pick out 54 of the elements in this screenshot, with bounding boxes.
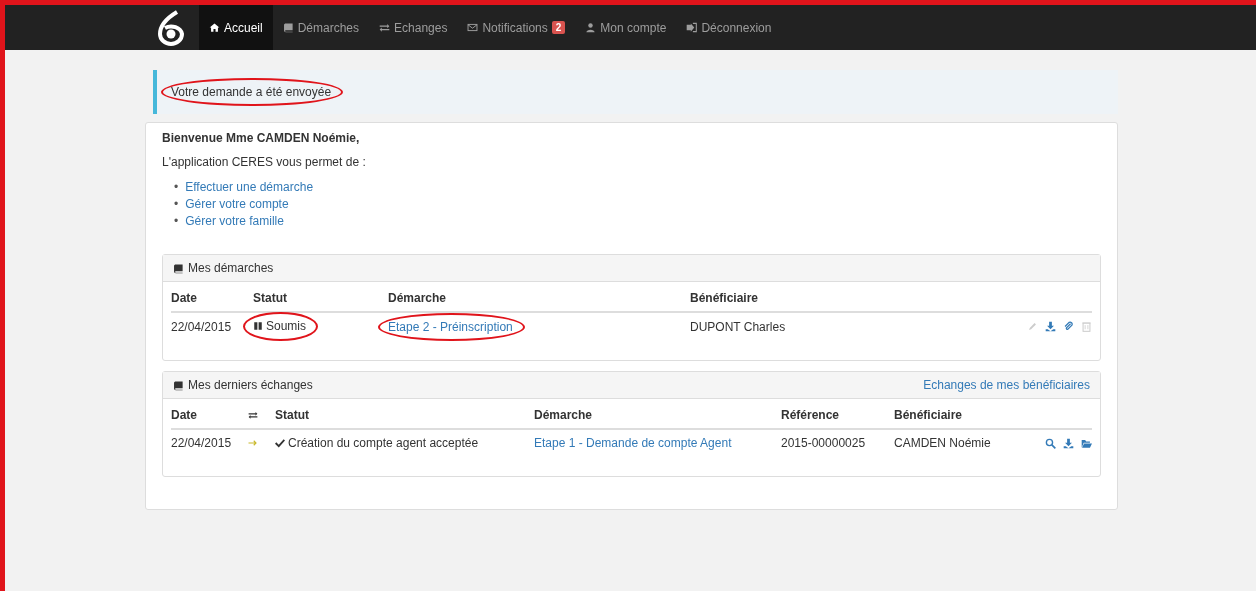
column-header: Statut <box>253 291 288 305</box>
paperclip-icon[interactable] <box>1063 321 1074 332</box>
column-header: Bénéficiaire <box>690 291 760 305</box>
column-header: Référence <box>781 408 841 422</box>
arrow-icon <box>247 438 259 448</box>
exchange-icon <box>247 410 259 420</box>
download-icon[interactable] <box>1063 437 1074 449</box>
table-cell-text: 22/04/2015 <box>171 436 233 450</box>
home-icon <box>209 22 220 33</box>
pause-icon <box>253 321 263 331</box>
intro-text: L'application CERES vous permet de : <box>162 155 367 169</box>
nav-item[interactable]: Accueil <box>199 5 273 50</box>
table-cell-text: 22/04/2015 <box>171 319 233 334</box>
beneficiaries-link[interactable]: Echanges de mes bénéficiaires <box>923 378 1090 392</box>
table-cell-text: CAMDEN Noémie <box>894 436 992 450</box>
column-header: Démarche <box>534 408 594 422</box>
feature-link[interactable]: Effectuer une démarche <box>185 179 314 196</box>
nav-item[interactable]: Mon compte <box>575 5 677 50</box>
notification-badge: 2 <box>551 21 566 34</box>
search-icon[interactable] <box>1045 437 1056 449</box>
download-icon[interactable] <box>1045 321 1056 332</box>
panel-title: Mes démarches <box>188 261 274 275</box>
table-cell-text: DUPONT Charles <box>690 319 787 334</box>
status-cell: Soumis <box>253 319 306 333</box>
book-icon <box>173 379 184 391</box>
alert-message: Votre demande a été envoyée <box>171 85 332 99</box>
checkmark-icon <box>275 438 285 448</box>
bullet: • <box>174 213 179 230</box>
folder-icon[interactable] <box>1081 437 1092 449</box>
nav-item[interactable]: Démarches <box>272 5 370 50</box>
logout-icon <box>686 22 698 33</box>
status-cell: Création du compte agent acceptée <box>275 436 534 450</box>
nav-item[interactable]: Echanges <box>369 5 458 50</box>
envelope-icon <box>467 22 479 33</box>
panel-title: Mes derniers échanges <box>188 378 313 392</box>
demarche-link[interactable]: Etape 2 - Préinscription <box>388 319 513 334</box>
table-cell-text: 2015-00000025 <box>781 436 867 450</box>
bullet: • <box>174 196 179 213</box>
feature-link[interactable]: Gérer votre famille <box>185 213 284 230</box>
column-header: Date <box>171 291 198 305</box>
book-icon <box>282 22 294 33</box>
bullet: • <box>174 179 179 196</box>
exchange-icon <box>379 22 391 33</box>
column-header: Statut <box>275 408 310 422</box>
user-icon <box>585 22 597 33</box>
column-header: Démarche <box>388 291 448 305</box>
column-header: Bénéficiaire <box>894 408 964 422</box>
nav-item[interactable]: Déconnexion <box>676 5 782 50</box>
welcome-title: Bienvenue Mme CAMDEN Noémie, <box>162 131 361 145</box>
book-icon <box>173 262 184 274</box>
feature-link[interactable]: Gérer votre compte <box>185 196 289 213</box>
demarche-link[interactable]: Etape 1 - Demande de compte Agent <box>534 436 732 450</box>
column-header: Date <box>171 408 198 422</box>
nav-item[interactable]: Notifications 2 <box>457 5 576 50</box>
